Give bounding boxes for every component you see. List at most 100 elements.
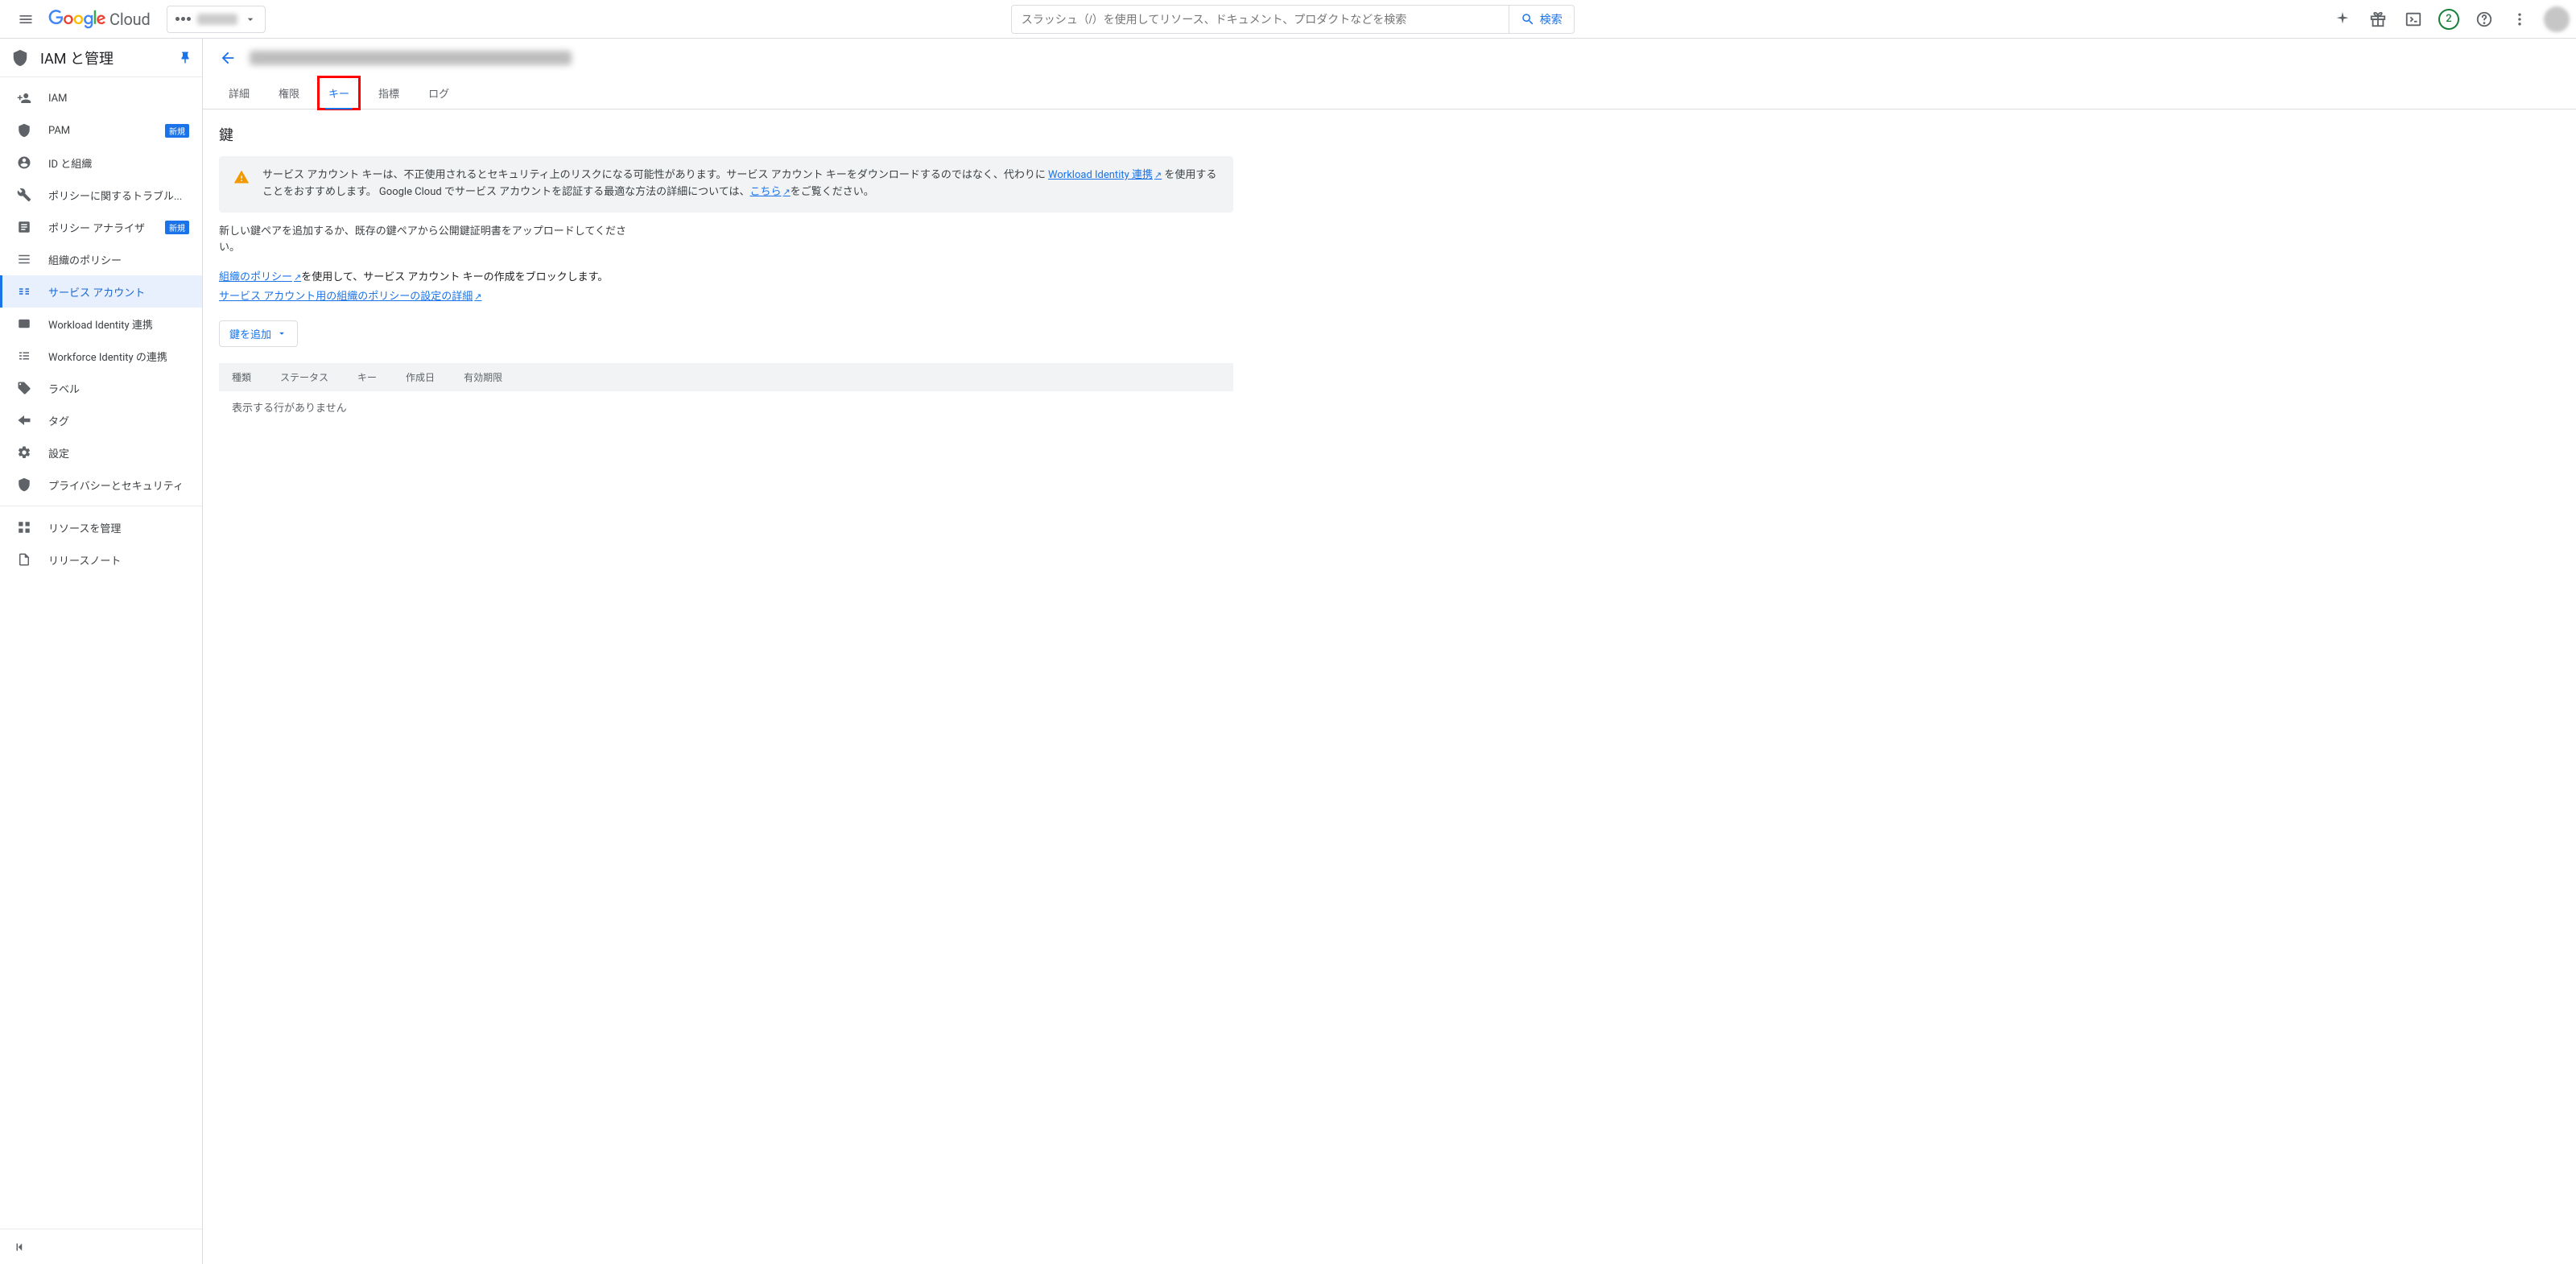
shield-icon xyxy=(16,122,32,138)
warning-text: サービス アカウント キーは、不正使用されるとセキュリティ上のリスクになる可能性… xyxy=(262,167,1219,201)
external-link-icon: ↗ xyxy=(294,272,301,283)
sidebar-item-policy-analyzer[interactable]: ポリシー アナライザ 新規 xyxy=(0,211,202,243)
external-link-icon: ↗ xyxy=(783,187,791,197)
sidebar-item-label: リソースを管理 xyxy=(48,520,189,535)
workload-identity-link[interactable]: Workload Identity 連携↗ xyxy=(1048,169,1162,181)
sidebar-item-label: サービス アカウント xyxy=(48,284,189,299)
search-button[interactable]: 検索 xyxy=(1509,6,1574,33)
sidebar-item-privacy-security[interactable]: プライバシーとセキュリティ xyxy=(0,469,202,501)
sidebar-item-release-notes[interactable]: リリースノート xyxy=(0,543,202,576)
search-container: 検索 xyxy=(272,5,2314,34)
hamburger-icon xyxy=(18,11,34,27)
project-selector[interactable] xyxy=(167,6,266,33)
cloud-shell-button[interactable] xyxy=(2397,3,2429,35)
sidebar-title: IAM と管理 xyxy=(40,48,178,68)
person-add-icon xyxy=(16,90,32,106)
sidebar-item-label: タグ xyxy=(48,413,189,428)
back-button[interactable] xyxy=(219,49,237,67)
sidebar-item-label: ID と組織 xyxy=(48,155,189,171)
project-icon xyxy=(175,17,191,21)
sidebar-item-workload-identity[interactable]: Workload Identity 連携 xyxy=(0,308,202,340)
col-key: キー xyxy=(357,370,377,384)
sidebar-item-service-accounts[interactable]: サービス アカウント xyxy=(0,275,202,308)
tab-logs[interactable]: ログ xyxy=(419,77,459,109)
sidebar: IAM と管理 IAM PAM 新規 ID と組織 ポリシーに関するトラブル..… xyxy=(0,39,203,1264)
sidebar-item-manage-resources[interactable]: リソースを管理 xyxy=(0,511,202,543)
article-icon xyxy=(16,219,32,235)
account-icon xyxy=(16,155,32,171)
service-account-email-redacted xyxy=(250,51,572,65)
sidebar-item-label: IAM xyxy=(48,93,189,105)
table-header-row: 種類 ステータス キー 作成日 有効期限 xyxy=(219,363,1233,391)
dropdown-arrow-icon xyxy=(276,328,287,339)
google-cloud-logo[interactable]: Cloud xyxy=(48,10,151,29)
nav-menu-button[interactable] xyxy=(10,3,42,35)
sidebar-item-label: 設定 xyxy=(48,445,189,461)
help-icon xyxy=(2475,10,2493,28)
chevron-left-icon xyxy=(13,1240,27,1254)
google-logo-icon xyxy=(48,10,106,29)
org-policy-details-link[interactable]: サービス アカウント用の組織のポリシーの設定の詳細↗ xyxy=(219,291,481,303)
notifications-button[interactable]: 2 xyxy=(2433,3,2465,35)
gear-icon xyxy=(16,444,32,461)
sidebar-item-label: リリースノート xyxy=(48,552,189,568)
gemini-button[interactable] xyxy=(2326,3,2359,35)
sidebar-item-pam[interactable]: PAM 新規 xyxy=(0,114,202,147)
tag-icon xyxy=(16,412,32,428)
sidebar-list: IAM PAM 新規 ID と組織 ポリシーに関するトラブル... ポリシー ア… xyxy=(0,77,202,1229)
sidebar-item-settings[interactable]: 設定 xyxy=(0,436,202,469)
account-avatar[interactable] xyxy=(2544,6,2570,32)
page-header xyxy=(203,39,2576,77)
search-input[interactable] xyxy=(1012,13,1509,26)
notification-badge: 2 xyxy=(2438,9,2459,30)
sidebar-item-label: プライバシーとセキュリティ xyxy=(48,477,189,493)
tab-metrics[interactable]: 指標 xyxy=(369,77,409,109)
sidebar-item-label: Workforce Identity の連携 xyxy=(48,349,189,364)
logo-cloud-text: Cloud xyxy=(109,10,151,29)
sidebar-item-label: 組織のポリシー xyxy=(48,252,189,267)
gift-icon xyxy=(2369,10,2387,28)
add-key-label: 鍵を追加 xyxy=(229,326,271,341)
more-vert-icon xyxy=(2512,11,2528,27)
new-badge: 新規 xyxy=(165,221,189,234)
sidebar-item-tags[interactable]: タグ xyxy=(0,404,202,436)
learn-more-link[interactable]: こちら↗ xyxy=(750,186,791,198)
terminal-icon xyxy=(2405,10,2422,28)
free-trial-button[interactable] xyxy=(2362,3,2394,35)
top-bar: Cloud 検索 2 xyxy=(0,0,2576,39)
search-icon xyxy=(1521,12,1535,27)
help-button[interactable] xyxy=(2468,3,2500,35)
sidebar-item-iam[interactable]: IAM xyxy=(0,82,202,114)
sidebar-item-identity-org[interactable]: ID と組織 xyxy=(0,147,202,179)
tab-permissions[interactable]: 権限 xyxy=(269,77,309,109)
sidebar-item-label: Workload Identity 連携 xyxy=(48,316,189,332)
sidebar-item-label: ポリシー アナライザ xyxy=(48,220,146,235)
tab-details[interactable]: 詳細 xyxy=(219,77,259,109)
sidebar-item-labels[interactable]: ラベル xyxy=(0,372,202,404)
sidebar-collapse-button[interactable] xyxy=(0,1229,202,1264)
warning-banner: サービス アカウント キーは、不正使用されるとセキュリティ上のリスクになる可能性… xyxy=(219,156,1233,213)
pin-button[interactable] xyxy=(178,51,192,65)
list-icon xyxy=(16,251,32,267)
org-policy-links: 組織のポリシー↗を使用して、サービス アカウント キーの作成をブロックします。 … xyxy=(219,268,1233,306)
iam-product-icon xyxy=(11,49,29,67)
resources-icon xyxy=(16,519,32,535)
col-expires: 有効期限 xyxy=(464,370,502,384)
external-link-icon: ↗ xyxy=(474,291,481,302)
security-icon xyxy=(16,477,32,493)
add-key-button[interactable]: 鍵を追加 xyxy=(219,320,298,347)
wrench-icon xyxy=(16,187,32,203)
main-content: 詳細 権限 キー 指標 ログ 鍵 サービス アカウント キーは、不正使用されると… xyxy=(203,39,2576,1264)
tab-keys[interactable]: キー xyxy=(319,77,359,109)
sidebar-item-policy-troubleshoot[interactable]: ポリシーに関するトラブル... xyxy=(0,179,202,211)
sidebar-item-org-policy[interactable]: 組織のポリシー xyxy=(0,243,202,275)
sidebar-item-label: PAM xyxy=(48,125,146,137)
external-link-icon: ↗ xyxy=(1154,170,1162,180)
more-button[interactable] xyxy=(2504,3,2536,35)
topbar-actions: 2 xyxy=(2326,3,2570,35)
org-policy-link[interactable]: 組織のポリシー↗ xyxy=(219,271,301,283)
col-status: ステータス xyxy=(280,370,328,384)
sidebar-item-workforce-identity[interactable]: Workforce Identity の連携 xyxy=(0,340,202,372)
keys-table: 種類 ステータス キー 作成日 有効期限 表示する行がありません xyxy=(219,363,1233,423)
key-instructions-text: 新しい鍵ペアを追加するか、既存の鍵ペアから公開鍵証明書をアップロードしてください… xyxy=(219,224,638,258)
